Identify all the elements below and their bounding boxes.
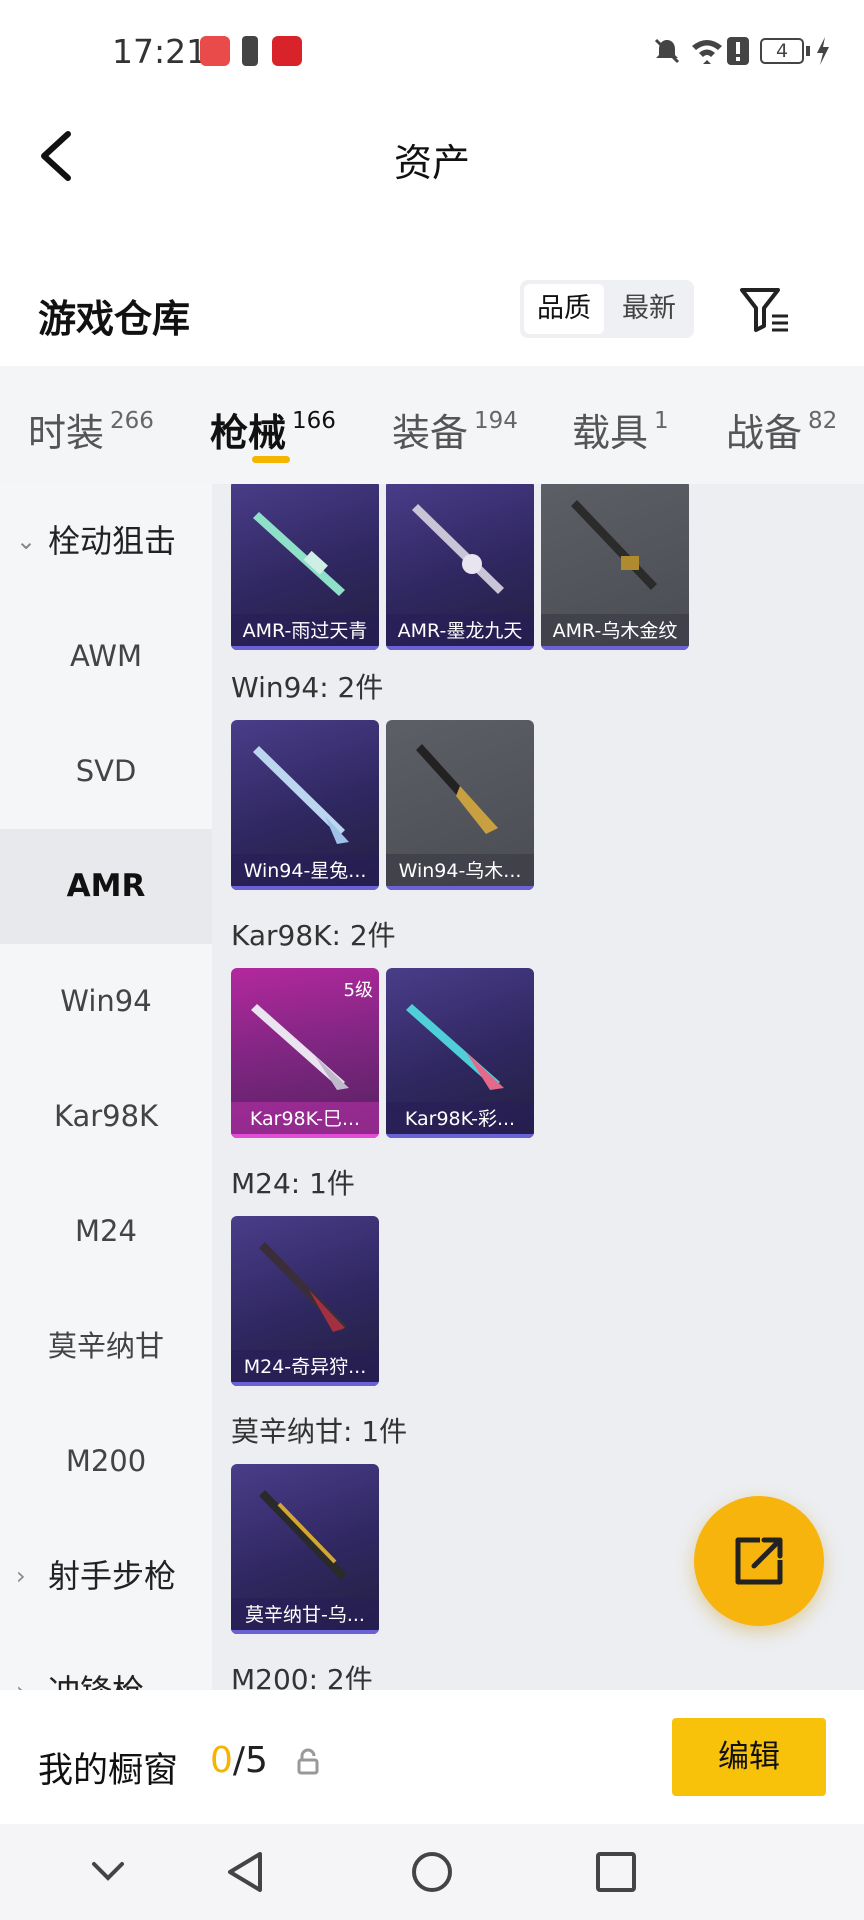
rifle-icon [251, 1004, 349, 1090]
weapon-card-label: AMR-墨龙九天 [386, 614, 534, 650]
sort-quality-button[interactable]: 品质 [524, 284, 604, 334]
charging-icon [817, 37, 829, 65]
rarity-bar [541, 646, 689, 650]
sidebar-item-amr[interactable]: AMR [0, 829, 212, 944]
rarity-bar [231, 646, 379, 650]
battery-icon: 4 [760, 38, 804, 64]
sidebar-item-mosin[interactable]: 莫辛纳甘 [0, 1289, 212, 1404]
sidebar-item-svd[interactable]: SVD [0, 714, 212, 829]
rarity-bar [231, 1134, 379, 1138]
category-tabs: 时装 266 枪械 166 装备 194 载具 1 战备 82 [0, 366, 864, 484]
edit-button[interactable]: 编辑 [672, 1718, 826, 1796]
rarity-bar [386, 646, 534, 650]
sidebar-category-smg[interactable]: ›冲锋枪 [0, 1634, 212, 1690]
rifle-icon [253, 746, 349, 844]
weapon-card[interactable]: Win94-星兔... [231, 720, 379, 890]
weapon-card-label: Kar98K-彩... [386, 1102, 534, 1138]
tab-supplies[interactable]: 战备 82 [726, 402, 837, 457]
weapon-card-label: Win94-乌木... [386, 854, 534, 890]
page-title: 资产 [393, 141, 470, 185]
rifle-icon [571, 500, 657, 590]
sidebar-category-marksman[interactable]: › 射手步枪 [0, 1519, 212, 1634]
nav-home-icon[interactable] [410, 1850, 454, 1894]
rifle-icon [406, 1004, 504, 1090]
sidebar-item-kar98k[interactable]: Kar98K [0, 1059, 212, 1174]
active-tab-indicator [252, 456, 290, 463]
sort-newest-button[interactable]: 最新 [608, 284, 690, 334]
rifle-icon [259, 1490, 347, 1580]
rarity-bar [386, 1134, 534, 1138]
rarity-bar [231, 1382, 379, 1386]
tab-guns[interactable]: 枪械 166 [210, 402, 336, 457]
chevron-right-icon: › [16, 1562, 26, 1590]
chevron-right-icon: › [16, 1634, 26, 1690]
rarity-bar [386, 886, 534, 890]
weapon-card[interactable]: Kar98K-彩... [386, 968, 534, 1138]
app-notification-icon [272, 36, 302, 66]
filter-icon[interactable] [738, 286, 790, 334]
weapon-card-label: AMR-雨过天青 [231, 614, 379, 650]
warehouse-title: 游戏仓库 [38, 297, 191, 341]
weapon-card[interactable]: 莫辛纳甘-乌... [231, 1464, 379, 1634]
section-title-m200: M200: 2件 [231, 1663, 373, 1690]
showcase-count: 0/5 [210, 1740, 268, 1781]
share-button[interactable] [694, 1496, 824, 1626]
section-title-m24: M24: 1件 [231, 1167, 355, 1200]
tab-fashion[interactable]: 时装 266 [28, 402, 154, 457]
sidebar-item-awm[interactable]: AWM [0, 599, 212, 714]
weapon-card[interactable]: AMR-墨龙九天 [386, 484, 534, 650]
battery-tip-icon [806, 46, 810, 56]
top-app-bar: 资产 [0, 104, 864, 304]
rifle-icon [253, 512, 345, 596]
rifle-icon [416, 744, 498, 834]
weapon-card[interactable]: AMR-雨过天青 [231, 484, 379, 650]
chevron-down-icon: ⌄ [16, 527, 37, 555]
battery-saver-icon [242, 36, 258, 66]
lock-icon [297, 1748, 319, 1775]
weapon-card[interactable]: AMR-乌木金纹 [541, 484, 689, 650]
status-time: 17:21 [112, 32, 208, 71]
weapon-card-label: Win94-星兔... [231, 854, 379, 890]
weapon-card[interactable]: M24-奇异狩... [231, 1216, 379, 1386]
sidebar-category-bolt-action[interactable]: ⌄ 栓动狙击 [0, 484, 212, 599]
weapon-card-label: M24-奇异狩... [231, 1350, 379, 1386]
sidebar-item-m200[interactable]: M200 [0, 1404, 212, 1519]
section-title-win94: Win94: 2件 [231, 671, 384, 704]
sort-toggle: 品质 最新 [520, 280, 694, 338]
chevron-down-icon[interactable] [86, 1850, 130, 1894]
rarity-bar [231, 886, 379, 890]
rifle-icon [259, 1242, 347, 1332]
weapon-card-label: Kar98K-巳... [231, 1102, 379, 1138]
nav-recents-icon[interactable] [594, 1850, 638, 1894]
tab-equipment[interactable]: 装备 194 [392, 402, 518, 457]
tab-vehicles[interactable]: 载具 1 [572, 402, 669, 457]
weapon-card[interactable]: Win94-乌木... [386, 720, 534, 890]
showcase-label: 我的橱窗 [38, 1751, 179, 1791]
sidebar-item-win94[interactable]: Win94 [0, 944, 212, 1059]
status-bar: 17:21 4 [0, 0, 864, 104]
alert-icon [727, 37, 749, 65]
section-title-mosin: 莫辛纳甘: 1件 [231, 1415, 408, 1448]
section-title-kar98k: Kar98K: 2件 [231, 919, 396, 952]
mute-bell-icon [654, 38, 680, 64]
system-navigation-bar [0, 1824, 864, 1920]
wifi-icon [692, 40, 722, 64]
huawei-app-icon [200, 36, 230, 66]
weapon-card-label: 莫辛纳甘-乌... [231, 1598, 379, 1634]
nav-back-icon[interactable] [224, 1850, 268, 1894]
weapon-card[interactable]: 5级 Kar98K-巳... [231, 968, 379, 1138]
sidebar-item-m24[interactable]: M24 [0, 1174, 212, 1289]
showcase-bar: 我的橱窗 0/5 编辑 [0, 1690, 864, 1824]
rifle-icon [412, 504, 504, 594]
share-icon [735, 1537, 783, 1585]
weapon-card-label: AMR-乌木金纹 [541, 614, 689, 650]
weapon-category-sidebar: ⌄ 栓动狙击 AWM SVD AMR Win94 Kar98K M24 莫辛纳甘 … [0, 484, 212, 1690]
rarity-bar [231, 1630, 379, 1634]
